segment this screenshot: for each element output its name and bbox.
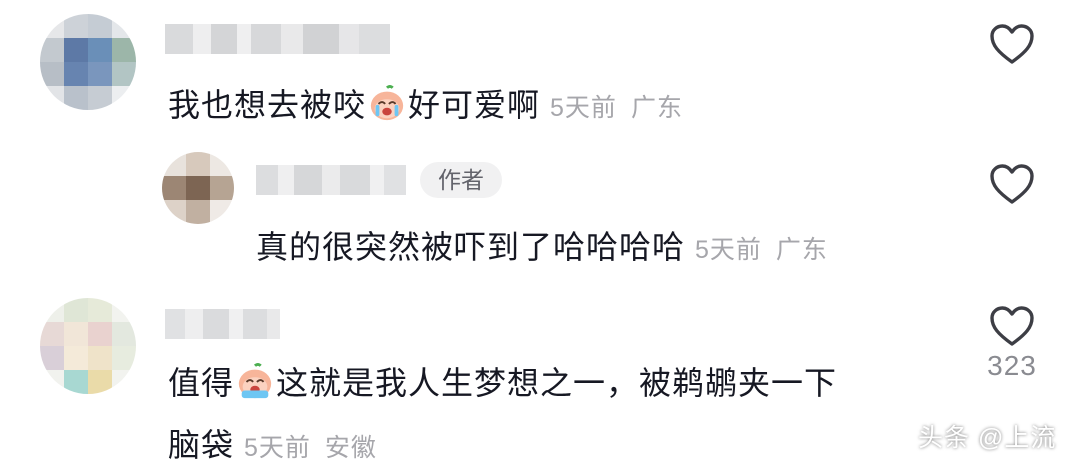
comment-text: 值得 bbox=[168, 365, 235, 401]
comment-meta: 5天前 广东 bbox=[550, 94, 697, 122]
author-badge: 作者 bbox=[420, 162, 502, 198]
comment-body: 真的很突然被吓到了哈哈哈哈 5天前 广东 bbox=[256, 222, 842, 268]
comment-body-line2: 脑袋 5天前 安徽 bbox=[168, 420, 391, 466]
avatar[interactable] bbox=[40, 14, 136, 110]
avatar[interactable] bbox=[162, 152, 234, 224]
comment-location: 广东 bbox=[775, 236, 828, 264]
username-redacted[interactable] bbox=[165, 24, 390, 54]
comment-time: 5天前 bbox=[550, 94, 617, 122]
avatar[interactable] bbox=[40, 298, 136, 394]
comment-location: 安徽 bbox=[324, 434, 377, 462]
comment-location: 广东 bbox=[630, 94, 683, 122]
comment-meta: 5天前 安徽 bbox=[244, 434, 391, 462]
comment-time: 5天前 bbox=[244, 434, 311, 462]
like-button[interactable] bbox=[982, 162, 1042, 208]
comment-text: 真的很突然被吓到了哈哈哈哈 bbox=[256, 229, 686, 265]
username-redacted[interactable] bbox=[256, 165, 406, 195]
crying-peach-emoji bbox=[238, 362, 272, 399]
comment-meta: 5天前 广东 bbox=[695, 236, 842, 264]
heart-outline-icon[interactable] bbox=[988, 22, 1036, 66]
like-button[interactable]: 323 bbox=[982, 304, 1042, 382]
heart-outline-icon[interactable] bbox=[988, 304, 1036, 348]
comment-text-cont: 这就是我人生梦想之一，被鹈鹕夹一下 bbox=[276, 365, 838, 401]
comment-body: 我也想去被咬 好可爱啊 5天前 广东 bbox=[168, 80, 697, 126]
comment-time: 5天前 bbox=[695, 236, 762, 264]
comment-text-line2: 脑袋 bbox=[168, 427, 235, 463]
watermark: 头条 @上流 bbox=[918, 424, 1057, 452]
heart-outline-icon[interactable] bbox=[988, 162, 1036, 206]
comment-text: 我也想去被咬 bbox=[168, 87, 367, 123]
comment-body: 值得 这就是我人生梦想之一，被鹈鹕夹一下 bbox=[168, 358, 837, 404]
like-button[interactable] bbox=[982, 22, 1042, 68]
comment-text-end: 好可爱啊 bbox=[408, 87, 541, 123]
like-count: 323 bbox=[987, 350, 1037, 381]
username-redacted[interactable] bbox=[165, 309, 280, 339]
crying-peach-emoji bbox=[370, 84, 404, 121]
